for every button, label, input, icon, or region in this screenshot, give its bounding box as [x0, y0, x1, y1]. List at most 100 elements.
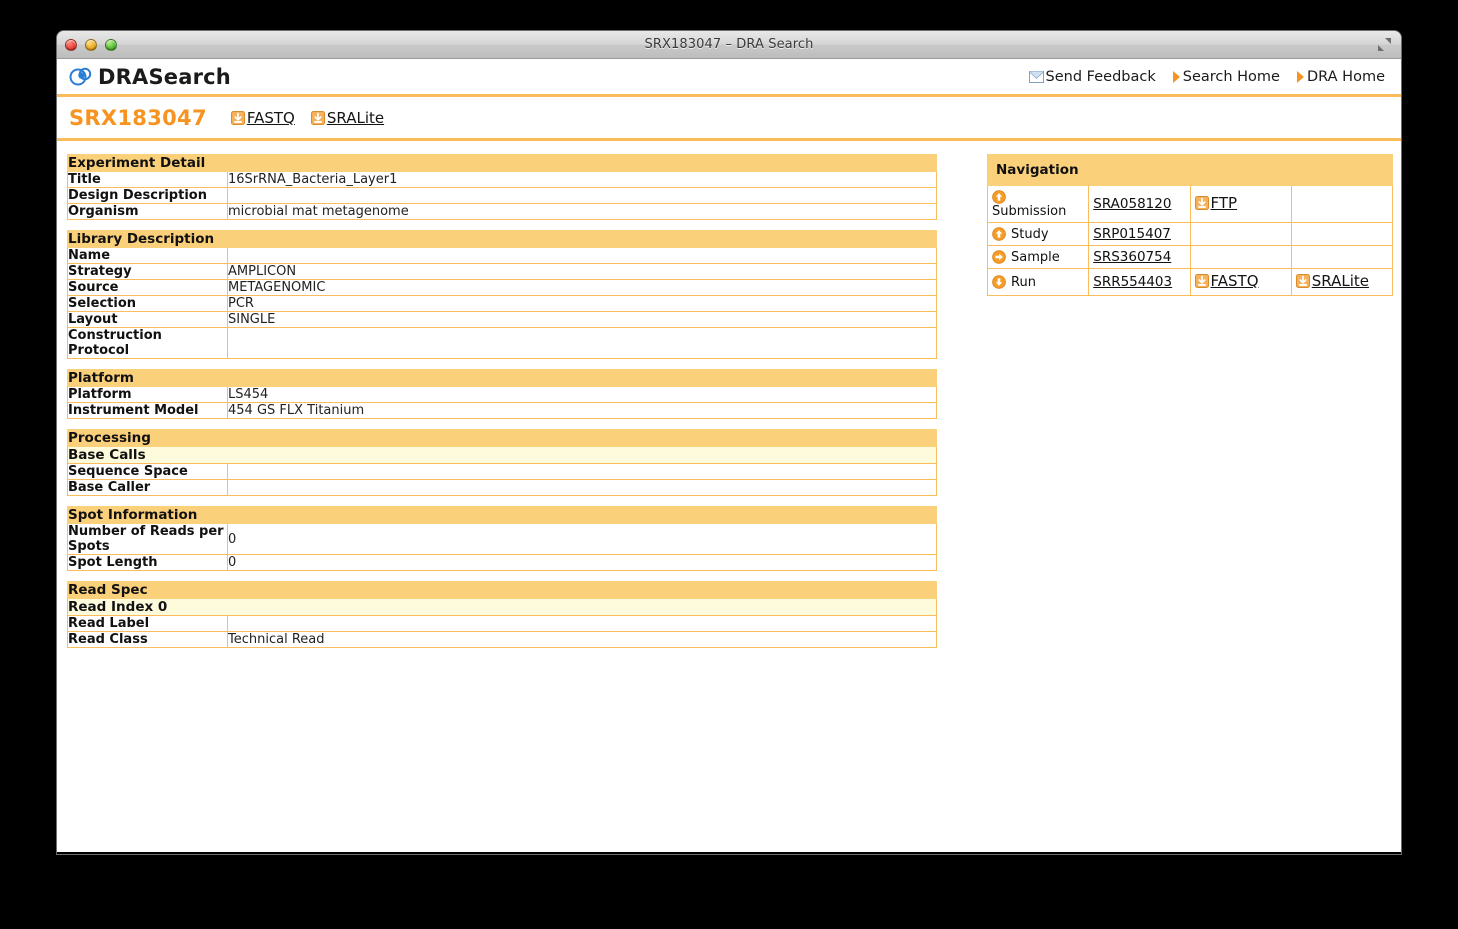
navigation-label: Study: [1011, 226, 1049, 242]
detail-key: Read Label: [67, 615, 228, 632]
fullscreen-icon[interactable]: [1377, 37, 1392, 52]
window-controls[interactable]: [65, 31, 117, 58]
desktop-background: SRX183047 – DRA Search DRASearch Send Fe…: [0, 0, 1458, 929]
section-table: Read Spec Read Index 0 Read Label Read Clas…: [67, 581, 937, 648]
navigation-label: Run: [1011, 274, 1036, 290]
navigation-label-cell: Run: [986, 268, 1090, 296]
detail-value: 0: [227, 554, 937, 571]
detail-key: Number of Reads per Spots: [67, 523, 228, 555]
subsection-header-row: Read Index 0: [67, 598, 937, 616]
brand-title: DRASearch: [98, 64, 231, 89]
navigation-download-cell-empty: [1290, 185, 1394, 223]
navigation-title: Navigation: [987, 154, 1393, 186]
download-icon: [310, 110, 325, 125]
detail-value: PCR: [227, 295, 937, 312]
detail-row: Number of Reads per Spots 0: [67, 523, 937, 555]
navigation-download-label: FASTQ: [1210, 272, 1259, 290]
detail-row: Construction Protocol: [67, 327, 937, 359]
window-title: SRX183047 – DRA Search: [644, 37, 814, 52]
detail-value: LS454: [227, 386, 937, 403]
navigation-download-link[interactable]: SRALite: [1295, 272, 1369, 290]
minimize-button[interactable]: [85, 38, 97, 51]
download-icon: [230, 110, 245, 125]
brand[interactable]: DRASearch: [69, 65, 231, 89]
detail-row: Spot Length 0: [67, 554, 937, 571]
navigation-accession-link[interactable]: SRS360754: [1093, 249, 1171, 265]
detail-value: [227, 479, 937, 496]
detail-column: Experiment Detail Title 16SrRNA_Bacteria_L…: [67, 154, 937, 658]
detail-value: [227, 327, 937, 359]
navigation-accession-link[interactable]: SRP015407: [1093, 226, 1171, 242]
detail-row: Sequence Space: [67, 463, 937, 480]
section-title: Experiment Detail: [67, 154, 937, 172]
section-title: Platform: [67, 369, 937, 387]
arrow-right-icon: [992, 250, 1006, 264]
fastq-download-link[interactable]: FASTQ: [230, 108, 295, 127]
accession-bar: SRX183047 FASTQ SRALite: [57, 97, 1401, 141]
fastq-label: FASTQ: [246, 108, 295, 127]
detail-row: Selection PCR: [67, 295, 937, 312]
detail-value: 0: [227, 523, 937, 555]
navigation-accession-link[interactable]: SRR554403: [1093, 274, 1172, 290]
subsection-title: Read Index 0: [67, 598, 937, 616]
download-icon: [1194, 274, 1209, 288]
section-header-row: Read Spec: [67, 581, 937, 599]
navigation-accession-link[interactable]: SRA058120: [1093, 196, 1171, 212]
sralite-label: SRALite: [326, 108, 385, 127]
arrow-down-icon: [992, 275, 1006, 289]
section-title: Spot Information: [67, 506, 937, 524]
detail-value: AMPLICON: [227, 263, 937, 280]
detail-row: Layout SINGLE: [67, 311, 937, 328]
navigation-header-row: Navigation: [987, 154, 1393, 186]
mail-icon: [1028, 70, 1044, 83]
close-button[interactable]: [65, 38, 77, 51]
send-feedback-label: Send Feedback: [1045, 68, 1156, 85]
section-header-row: Spot Information: [67, 506, 937, 524]
section-header-row: Library Description: [67, 230, 937, 248]
section-table: Experiment Detail Title 16SrRNA_Bacteria_L…: [67, 154, 937, 220]
detail-row: Name: [67, 247, 937, 264]
detail-key: Name: [67, 247, 228, 264]
triangle-right-icon: [1296, 70, 1305, 83]
dra-home-link[interactable]: DRA Home: [1296, 69, 1385, 85]
detail-key: Base Caller: [67, 479, 228, 496]
subsection-title: Base Calls: [67, 446, 937, 464]
dra-home-label: DRA Home: [1306, 68, 1385, 85]
sralite-download-link[interactable]: SRALite: [310, 108, 385, 127]
detail-row: Source METAGENOMIC: [67, 279, 937, 296]
site-header: DRASearch Send Feedback Search Home DRA …: [57, 59, 1401, 97]
navigation-label-cell: Submission: [986, 185, 1090, 223]
navigation-label: Sample: [1011, 249, 1060, 265]
detail-key: Strategy: [67, 263, 228, 280]
detail-value: [227, 247, 937, 264]
detail-key: Source: [67, 279, 228, 296]
arrow-up-icon: [992, 227, 1006, 241]
detail-key: Selection: [67, 295, 228, 312]
navigation-label-cell: Sample: [986, 245, 1090, 269]
navigation-row: Submission SRA058120 FTP: [986, 185, 1394, 223]
detail-value: SINGLE: [227, 311, 937, 328]
navigation-download-cell-empty: [1189, 245, 1292, 269]
detail-key: Organism: [67, 203, 228, 220]
navigation-download-link[interactable]: FTP: [1194, 194, 1237, 212]
navigation-download-link[interactable]: FASTQ: [1194, 272, 1259, 290]
navigation-row: Run SRR554403 FASTQ SRALite: [986, 268, 1394, 296]
detail-value: microbial mat metagenome: [227, 203, 937, 220]
section-table: Processing Base Calls Sequence Space Base C…: [67, 429, 937, 496]
detail-key: Platform: [67, 386, 228, 403]
detail-value: [227, 463, 937, 480]
section-table: Library Description Name Strategy AMPLICON S…: [67, 230, 937, 359]
section-table: Platform Platform LS454 Instrument Model 454…: [67, 369, 937, 419]
send-feedback-link[interactable]: Send Feedback: [1028, 68, 1156, 85]
detail-value: [227, 187, 937, 204]
navigation-row: Sample SRS360754: [986, 245, 1394, 269]
subsection-header-row: Base Calls: [67, 446, 937, 464]
navigation-column: Navigation Submission SRA058120 FTP Study SR…: [986, 154, 1397, 296]
maximize-button[interactable]: [105, 38, 117, 51]
page-title: SRX183047: [69, 105, 207, 130]
detail-key: Layout: [67, 311, 228, 328]
detail-value: METAGENOMIC: [227, 279, 937, 296]
download-icon: [1295, 274, 1310, 288]
navigation-download-cell-empty: [1189, 222, 1292, 246]
search-home-link[interactable]: Search Home: [1172, 69, 1280, 85]
